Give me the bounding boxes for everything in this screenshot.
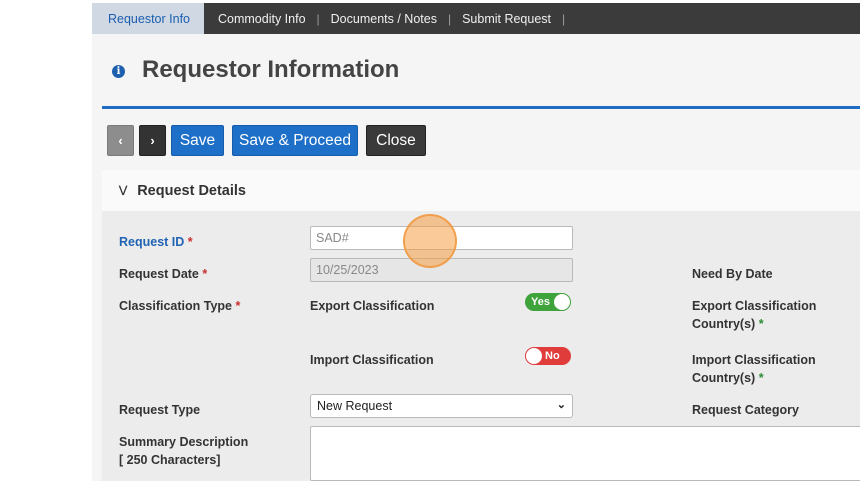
request-type-selected: New Request	[317, 399, 393, 413]
chevron-left-icon: ‹	[118, 133, 123, 148]
toggle-knob	[526, 348, 542, 364]
import-country-label-line2: Country(s) *	[692, 369, 816, 387]
tab-submit-request[interactable]: Submit Request	[456, 3, 557, 34]
toggle-knob	[554, 294, 570, 310]
panel-title: Request Details	[137, 182, 246, 199]
required-mark: *	[202, 267, 208, 281]
request-id-label: Request ID *	[119, 233, 193, 251]
classification-type-label-text: Classification Type	[119, 299, 232, 313]
nav-separator: |	[562, 11, 566, 26]
required-mark: *	[758, 317, 764, 331]
info-icon: i	[112, 64, 125, 78]
top-nav: Requestor Info Commodity Info | Document…	[92, 3, 860, 34]
nav-separator: |	[316, 11, 320, 26]
import-country-label-line1: Import Classification	[692, 353, 816, 367]
chevron-down-icon: ⌄	[556, 399, 566, 411]
request-id-input[interactable]: SAD#	[310, 226, 573, 250]
export-classification-label: Export Classification	[310, 299, 435, 313]
toggle-text: Yes	[531, 296, 550, 308]
nav-separator: |	[447, 11, 452, 26]
request-type-select[interactable]: New Request ⌄	[310, 394, 573, 418]
tab-commodity-info[interactable]: Commodity Info	[212, 3, 312, 34]
request-id-label-text: Request ID	[119, 235, 185, 249]
tab-requestor-info[interactable]: Requestor Info	[92, 3, 204, 34]
import-classification-label: Import Classification	[310, 353, 434, 367]
toolbar: ‹ › Save Save & Proceed Close	[107, 125, 426, 156]
export-country-label-line1: Export Classification	[692, 299, 817, 313]
toggle-text: No	[545, 350, 560, 362]
app-window: Requestor Info Commodity Info | Document…	[92, 3, 860, 481]
summary-description-label: Summary Description [ 250 Characters]	[119, 433, 248, 469]
export-country-label-text: Country(s)	[692, 317, 756, 331]
request-date-input: 10/25/2023	[310, 258, 573, 282]
request-type-label: Request Type	[119, 403, 201, 417]
summary-label-line1: Summary Description	[119, 435, 249, 449]
export-country-label: Export Classification Country(s) *	[692, 297, 816, 333]
chevron-right-icon: ›	[150, 133, 155, 148]
panel-header[interactable]: ⋁︎ Request Details	[102, 170, 860, 211]
summary-description-textarea[interactable]	[310, 426, 860, 481]
request-date-label-text: Request Date	[119, 267, 199, 281]
double-chevron-down-icon: ⋁︎	[119, 185, 128, 196]
classification-type-label: Classification Type *	[119, 297, 240, 315]
summary-label-line2: [ 250 Characters]	[119, 453, 221, 467]
close-button[interactable]: Close	[366, 125, 426, 156]
request-category-label: Request Category	[692, 403, 799, 417]
save-proceed-button[interactable]: Save & Proceed	[232, 125, 358, 156]
save-button[interactable]: Save	[171, 125, 224, 156]
request-details-panel: ⋁︎ Request Details Request ID * SAD# Req…	[102, 170, 860, 481]
import-country-label-text: Country(s)	[692, 371, 756, 385]
required-mark: *	[758, 371, 764, 385]
page-title: Requestor Information	[142, 56, 400, 83]
import-country-label: Import Classification Country(s) *	[692, 351, 816, 387]
import-classification-toggle[interactable]: No	[525, 347, 571, 365]
need-by-date-label: Need By Date	[692, 267, 773, 281]
prev-button[interactable]: ‹	[107, 125, 134, 156]
tab-documents-notes[interactable]: Documents / Notes	[325, 3, 443, 34]
export-country-label-line2: Country(s) *	[692, 315, 816, 333]
next-button[interactable]: ›	[139, 125, 166, 156]
required-mark: *	[235, 299, 241, 313]
export-classification-toggle[interactable]: Yes	[525, 293, 571, 311]
request-date-label: Request Date *	[119, 265, 207, 283]
page-header: i Requestor Information	[102, 34, 860, 109]
required-mark: *	[187, 235, 193, 249]
